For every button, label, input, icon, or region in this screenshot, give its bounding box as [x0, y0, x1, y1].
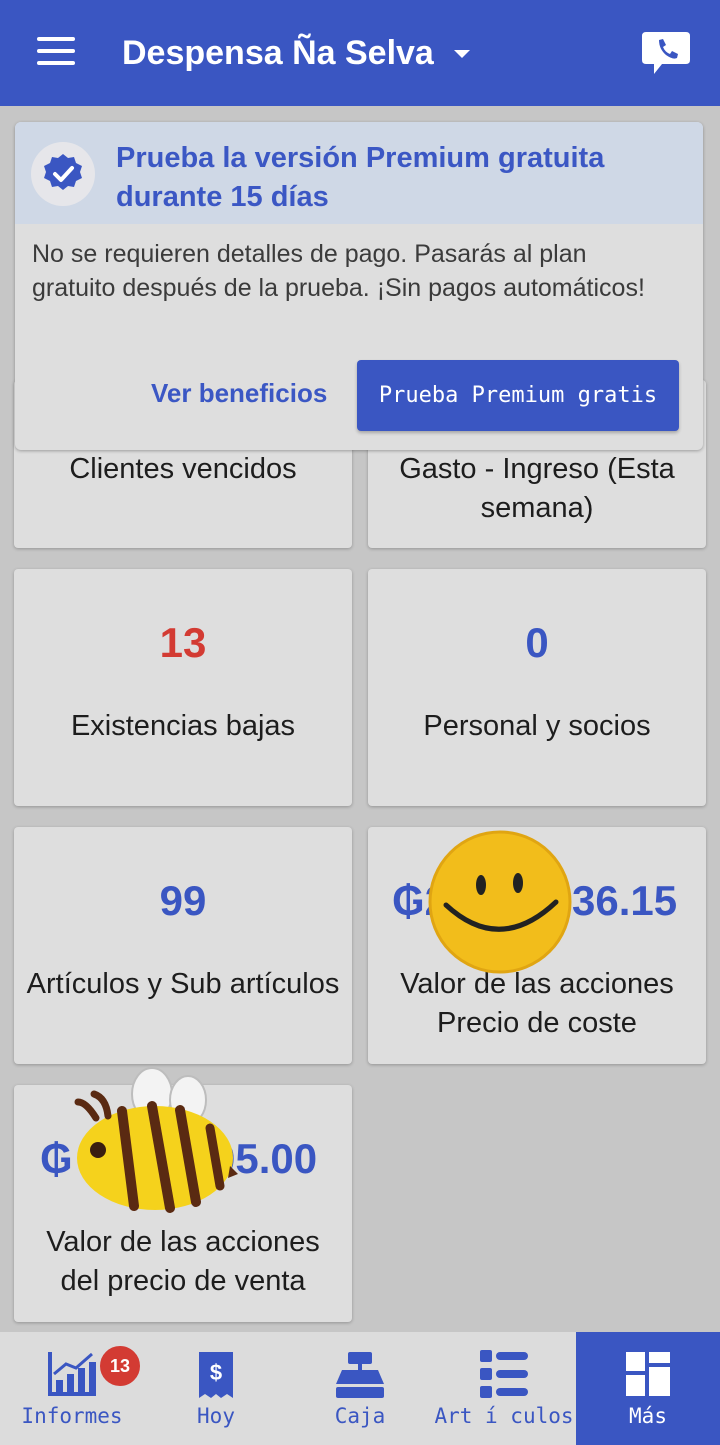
bottom-navigation: 13 Informes $ Hoy Caja Art í culos Más — [0, 1332, 720, 1445]
tile-label: Personal y socios — [423, 710, 651, 742]
tile-label: Gasto - Ingreso (Esta semana) — [399, 453, 675, 524]
tile-value-end: 36.15 — [572, 877, 678, 924]
app-bar: Despensa Ña Selva — [0, 0, 720, 106]
tile-label: Valor de las acciones Precio de coste — [400, 968, 674, 1039]
premium-banner-header: Prueba la versión Premium gratuita duran… — [15, 122, 703, 224]
reports-chart-icon — [48, 1352, 96, 1396]
nav-item-today[interactable]: $ Hoy — [144, 1332, 288, 1445]
item-list-icon — [480, 1350, 528, 1398]
tile-label: Existencias bajas — [70, 710, 296, 742]
premium-banner-title: Prueba la versión Premium gratuita duran… — [116, 142, 605, 213]
tile-staff-partners[interactable]: 0 Personal y socios — [368, 569, 706, 806]
tile-value: 13 — [159, 619, 207, 666]
menu-icon[interactable] — [37, 37, 75, 65]
nav-item-label: Hoy — [197, 1404, 235, 1428]
tile-items-subitems[interactable]: 99 Artículos y Sub artículos — [14, 827, 352, 1064]
bee-sticker-icon — [74, 1067, 238, 1213]
premium-trial-banner: Prueba la versión Premium gratuita duran… — [15, 122, 703, 450]
view-benefits-link[interactable]: Ver beneficios — [151, 378, 327, 409]
grid-more-icon — [626, 1352, 670, 1396]
tile-value: 0 — [525, 619, 549, 666]
try-premium-button[interactable]: Prueba Premium gratis — [357, 360, 679, 431]
nav-item-label: Art í culos — [434, 1404, 574, 1428]
smiley-sticker-icon — [428, 830, 572, 974]
nav-item-label: Caja — [334, 1404, 386, 1428]
nav-item-label: Informes — [21, 1404, 123, 1428]
tile-low-stock[interactable]: 13 Existencias bajas — [14, 569, 352, 806]
nav-item-articles[interactable]: Art í culos — [432, 1332, 576, 1445]
verified-badge-icon — [31, 142, 95, 206]
premium-banner-body: No se requieren detalles de pago. Pasará… — [32, 240, 645, 302]
nav-item-reports[interactable]: 13 Informes — [0, 1332, 144, 1445]
support-chat-icon[interactable] — [640, 28, 692, 78]
svg-text:$: $ — [210, 1360, 222, 1385]
caret-down-icon[interactable] — [454, 50, 470, 58]
store-title[interactable]: Despensa Ña Selva — [122, 30, 434, 76]
nav-item-more[interactable]: Más — [576, 1332, 720, 1445]
reports-badge: 13 — [98, 1344, 142, 1388]
nav-item-label: Más — [629, 1404, 667, 1428]
tile-label: Valor de las acciones del precio de vent… — [46, 1226, 320, 1297]
tile-label: Clientes vencidos — [69, 453, 297, 485]
tile-value: 99 — [159, 877, 207, 924]
nav-item-cash[interactable]: Caja — [288, 1332, 432, 1445]
tile-label: Artículos y Sub artículos — [26, 968, 340, 1000]
cash-register-icon — [336, 1352, 384, 1398]
receipt-icon: $ — [199, 1352, 233, 1398]
